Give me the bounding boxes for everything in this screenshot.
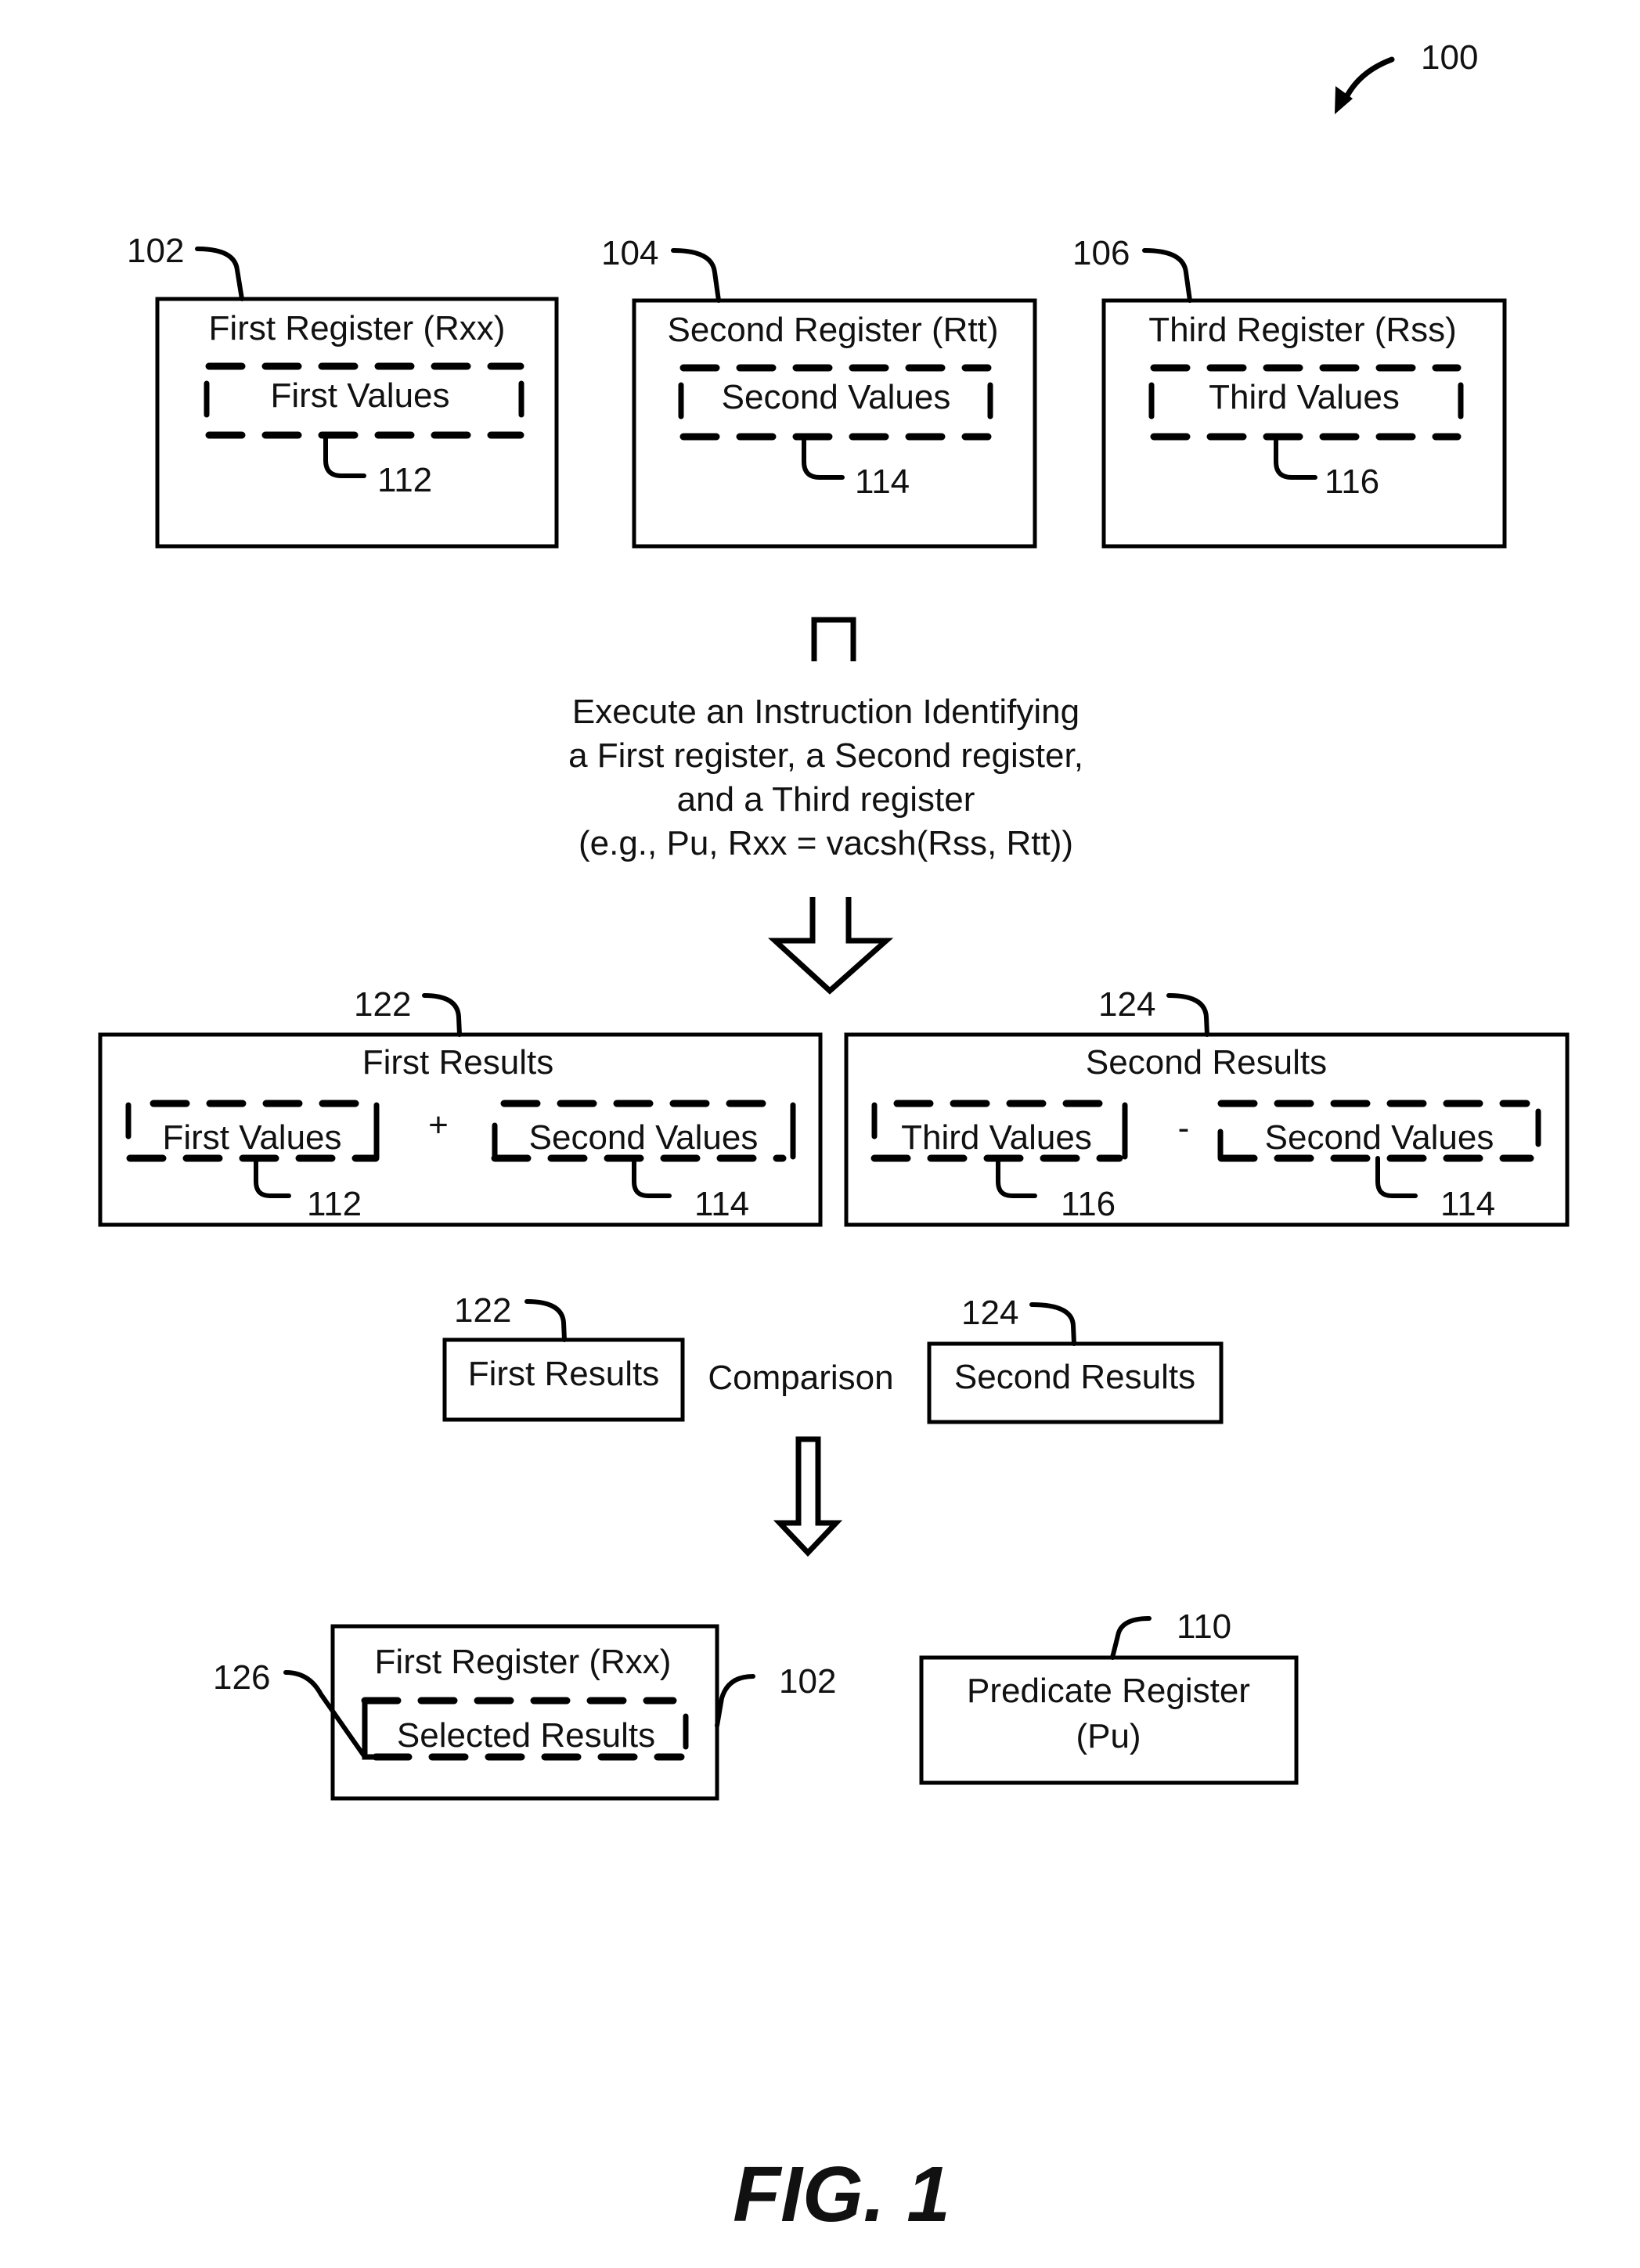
register-title: First Register (Rxx) <box>209 309 506 347</box>
output-register-title: First Register (Rxx) <box>375 1643 672 1681</box>
operand-label: Third Values <box>901 1118 1092 1157</box>
results-first: 122 First Results First Values 112 + Sec… <box>98 985 823 1227</box>
register-ref: 102 <box>127 232 184 270</box>
figure-caption: FIG. 1 <box>733 2151 950 2238</box>
predicate-register-ref: 110 <box>1177 1607 1231 1646</box>
comparison-right-ref: 124 <box>961 1294 1018 1332</box>
register-ref: 104 <box>601 234 658 272</box>
predicate-register-leader <box>1110 1616 1152 1660</box>
leader-line <box>195 247 244 301</box>
register-first: 102 First Register (Rxx) First Values 11… <box>127 232 559 549</box>
comparison-left-label: First Results <box>468 1355 659 1393</box>
operand-ref: 114 <box>694 1185 749 1223</box>
selected-results-leader <box>283 1670 367 1759</box>
figure-canvas: 100 102 First Register (Rxx) First Value… <box>98 38 1570 2238</box>
comparison-row: 122 First Results Comparison 124 Second … <box>442 1291 1224 1424</box>
selected-results-label: Selected Results <box>397 1716 655 1755</box>
operand-leader <box>1375 1156 1418 1198</box>
values-ref: 116 <box>1325 463 1379 501</box>
register-title: Second Register (Rtt) <box>667 311 998 349</box>
register-ref: 106 <box>1072 234 1130 272</box>
values-ref: 114 <box>855 463 910 501</box>
figure-ref-label: 100 <box>1421 38 1478 77</box>
output-register-ref: 102 <box>779 1662 836 1701</box>
leader-line <box>1166 993 1209 1037</box>
operand-leader <box>254 1156 291 1198</box>
values-label: Second Values <box>722 378 951 416</box>
instruction-line: a First register, a Second register, <box>568 736 1083 775</box>
leader-line <box>1029 1302 1076 1346</box>
register-second: 104 Second Register (Rtt) Second Values … <box>601 234 1037 549</box>
comparison-right-label: Second Results <box>954 1358 1195 1396</box>
predicate-register-subtitle: (Pu) <box>1076 1717 1141 1755</box>
values-leader-line <box>802 434 845 480</box>
operator-minus: - <box>1178 1109 1190 1147</box>
selected-results-ref: 126 <box>213 1658 270 1697</box>
instruction-line: (e.g., Pu, Rxx = vacsh(Rss, Rtt)) <box>579 824 1073 862</box>
operand-leader <box>996 1156 1037 1198</box>
values-label: Third Values <box>1209 378 1400 416</box>
operand-label: Second Values <box>1265 1118 1494 1157</box>
down-arrow-small-icon <box>773 1436 843 1557</box>
figure-ref-100: 100 <box>1335 38 1478 114</box>
instruction-block: Execute an Instruction Identifying a Fir… <box>568 693 1083 862</box>
operand-ref: 112 <box>307 1185 362 1223</box>
register-third: 106 Third Register (Rss) Third Values 11… <box>1072 234 1507 549</box>
results-ref: 122 <box>354 985 411 1024</box>
operand-label: First Values <box>162 1118 341 1157</box>
values-leader-line <box>323 433 366 478</box>
values-label: First Values <box>270 376 449 415</box>
predicate-register-title: Predicate Register <box>967 1672 1250 1710</box>
operand-label: Second Values <box>529 1118 759 1157</box>
flow-bracket-icon <box>811 617 856 661</box>
leader-line <box>1142 248 1192 303</box>
operand-ref: 114 <box>1440 1185 1495 1223</box>
output-register-leader <box>715 1674 755 1728</box>
comparison-operator-label: Comparison <box>708 1359 893 1397</box>
values-leader-line <box>1274 434 1317 480</box>
leader-line <box>524 1299 567 1342</box>
leader-line <box>422 993 462 1037</box>
comparison-left-ref: 122 <box>454 1291 511 1330</box>
register-title: Third Register (Rss) <box>1148 311 1457 349</box>
figure-ref-arrow-curve <box>1342 56 1395 103</box>
results-second: 124 Second Results Third Values 116 - Se… <box>844 985 1570 1227</box>
output-predicate-register: Predicate Register (Pu) 110 <box>919 1607 1299 1785</box>
operand-leader <box>632 1156 672 1198</box>
values-ref: 112 <box>377 461 432 499</box>
leader-line <box>671 248 721 303</box>
down-arrow-icon <box>767 897 894 995</box>
output-first-register: First Register (Rxx) Selected Results 12… <box>213 1624 836 1801</box>
results-title: Second Results <box>1086 1043 1327 1082</box>
instruction-line: and a Third register <box>677 780 975 819</box>
results-ref: 124 <box>1098 985 1155 1024</box>
operator-plus: + <box>428 1106 449 1144</box>
results-title: First Results <box>362 1043 553 1082</box>
instruction-line: Execute an Instruction Identifying <box>572 693 1080 731</box>
operand-ref: 116 <box>1061 1185 1116 1223</box>
